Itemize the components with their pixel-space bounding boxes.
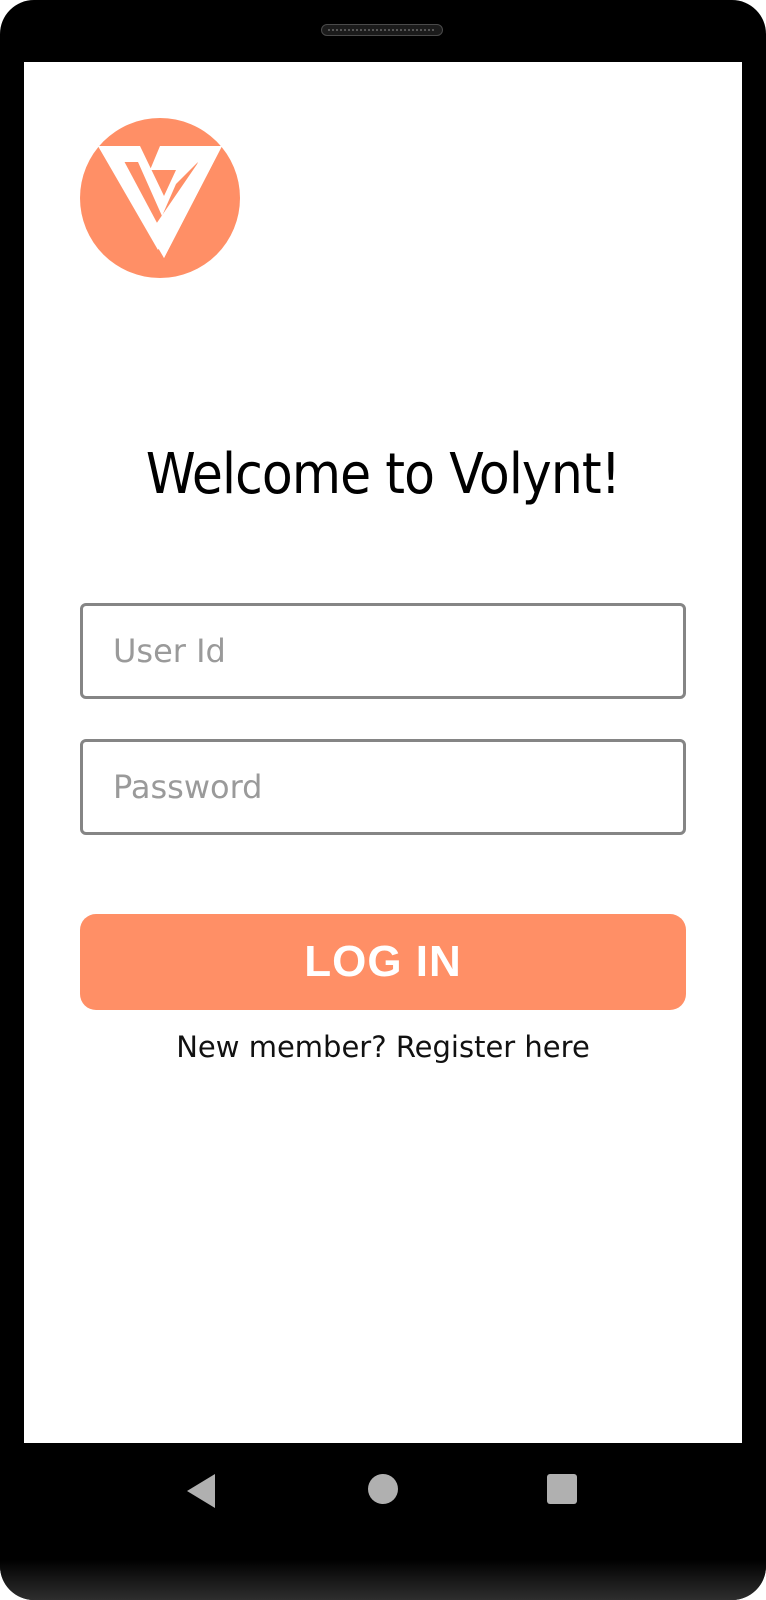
phone-frame: Welcome to Volynt! LOG IN New member? Re… bbox=[0, 0, 766, 1600]
phone-bottom-bezel bbox=[0, 1560, 766, 1600]
password-input[interactable] bbox=[80, 739, 686, 835]
back-icon[interactable] bbox=[187, 1474, 215, 1508]
home-icon[interactable] bbox=[368, 1474, 398, 1504]
login-button[interactable]: LOG IN bbox=[80, 914, 686, 1010]
app-screen: Welcome to Volynt! LOG IN New member? Re… bbox=[24, 62, 742, 1443]
welcome-title: Welcome to Volynt! bbox=[145, 442, 621, 507]
recents-icon[interactable] bbox=[547, 1474, 577, 1504]
earpiece-speaker bbox=[321, 24, 443, 36]
volynt-logo-icon bbox=[80, 118, 240, 278]
user-id-input[interactable] bbox=[80, 603, 686, 699]
system-navigation-bar bbox=[0, 1443, 766, 1539]
register-link[interactable]: New member? Register here bbox=[24, 1030, 742, 1064]
